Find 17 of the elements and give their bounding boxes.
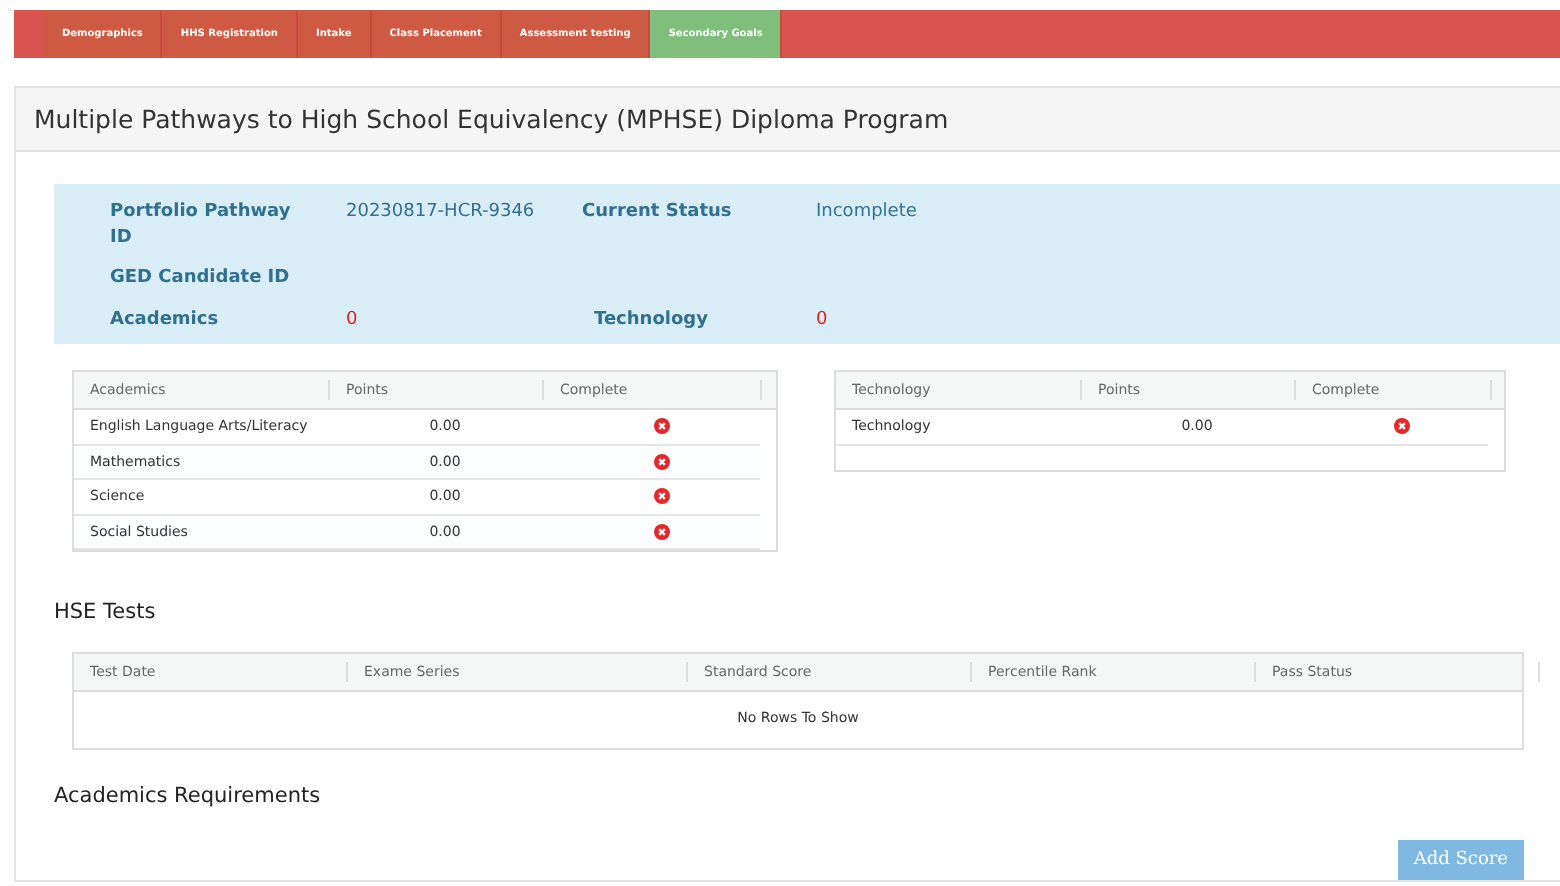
field-label: GED Candidate ID — [110, 266, 292, 293]
section-heading: HSE Tests — [54, 600, 158, 624]
field-value: 0 — [346, 307, 360, 334]
error-icon — [1394, 418, 1410, 435]
field-label: Academics — [110, 307, 221, 334]
error-icon — [653, 488, 669, 505]
error-icon — [653, 418, 669, 435]
error-icon — [653, 523, 669, 540]
field-label: Technology — [592, 307, 710, 334]
field-label: Portfolio Pathway ID — [110, 200, 293, 252]
field-value: 20230817-HCR-9346 — [346, 200, 537, 226]
field-value: 0 — [816, 307, 830, 334]
error-icon — [653, 453, 669, 470]
panel-title: Multiple Pathways to High School Equivalency (MPHSE) Diploma Program — [34, 104, 949, 134]
field-label: Current Status — [582, 200, 734, 226]
field-value: Incomplete — [816, 200, 919, 226]
section-heading: Academics Requirements — [54, 784, 323, 808]
